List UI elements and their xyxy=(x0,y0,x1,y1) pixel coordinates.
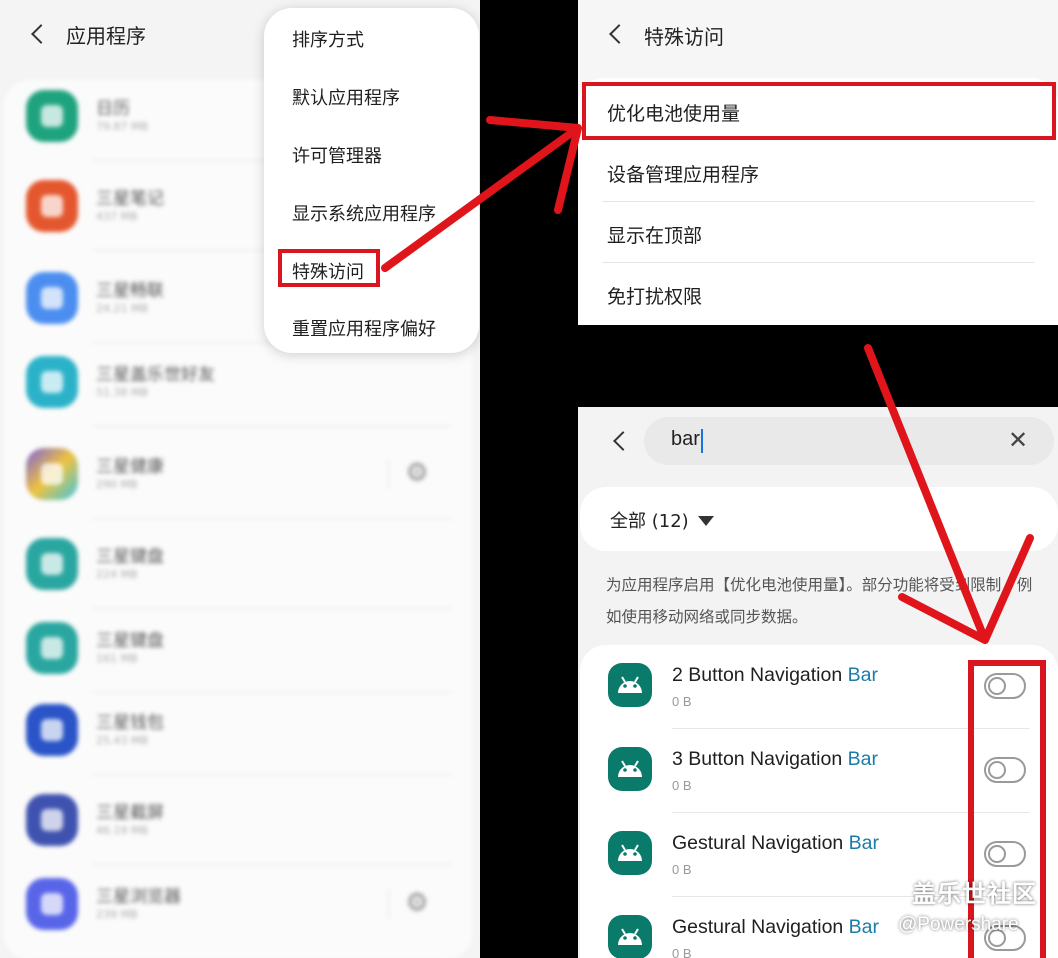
app-name: 三星钱包 xyxy=(96,713,164,733)
app-name: 三星键盘 xyxy=(96,547,164,567)
app-size: 46.19 MB xyxy=(96,824,149,837)
app-size: 290 MB xyxy=(96,478,138,491)
app-name: 3 Button Navigation Bar xyxy=(672,748,878,770)
filter-label: 全部 (12) xyxy=(610,511,689,532)
list-item[interactable]: 三星键盘 224 MB xyxy=(4,536,472,626)
app-name: Gestural Navigation Bar xyxy=(672,832,880,854)
close-icon[interactable]: ✕ xyxy=(1008,426,1028,454)
android-icon xyxy=(608,831,652,875)
list-item[interactable]: 三星健康 290 MB ⚙ xyxy=(4,446,472,536)
page-title: 应用程序 xyxy=(66,24,146,48)
app-size: 0 B xyxy=(672,862,692,877)
menu-item-default-apps[interactable]: 默认应用程序 xyxy=(292,84,400,110)
search-field[interactable]: bar ✕ xyxy=(644,417,1054,465)
app-icon xyxy=(26,356,78,408)
menu-item-permission-manager[interactable]: 许可管理器 xyxy=(292,142,382,168)
app-size: 224 MB xyxy=(96,568,138,581)
list-item[interactable]: 三星钱包 25.43 MB xyxy=(4,702,472,792)
divider xyxy=(92,864,452,865)
android-icon xyxy=(608,663,652,707)
app-icon xyxy=(26,794,78,846)
app-icon xyxy=(26,448,78,500)
app-name: 三星畅联 xyxy=(96,281,164,301)
app-name: Gestural Navigation Bar xyxy=(672,916,880,938)
description-text: 为应用程序启用【优化电池使用量】。部分功能将受到限制，例如使用移动网络或同步数据… xyxy=(606,576,1033,626)
app-size: 24.21 MB xyxy=(96,302,149,315)
item-appear-on-top[interactable]: 显示在顶部 xyxy=(607,221,702,248)
back-icon[interactable] xyxy=(31,24,51,44)
filter-dropdown[interactable]: 全部 (12) xyxy=(580,487,1058,551)
watermark-title: 盖乐世社区 xyxy=(912,880,1037,908)
divider xyxy=(388,890,389,918)
app-icon xyxy=(26,704,78,756)
list-item[interactable]: 三星盖乐世好友 51.38 MB xyxy=(4,354,472,444)
highlight-box xyxy=(582,82,1056,140)
gear-icon[interactable]: ⚙ xyxy=(402,458,432,488)
app-size: 0 B xyxy=(672,946,692,958)
watermark-handle: @Powershare xyxy=(898,914,1019,935)
text-cursor xyxy=(701,429,703,453)
app-name: 三星浏览器 xyxy=(96,887,181,907)
apps-screen: 应用程序 日历 79.87 MB 三星笔记 437 MB 三星畅联 24.21 … xyxy=(0,0,480,958)
back-icon[interactable] xyxy=(613,431,633,451)
app-name: 三星键盘 xyxy=(96,631,164,651)
app-name: 三星健康 xyxy=(96,457,164,477)
android-icon xyxy=(608,915,652,958)
app-icon xyxy=(26,180,78,232)
list-item[interactable]: 三星截屏 46.19 MB xyxy=(4,792,472,882)
divider xyxy=(602,262,1034,263)
item-device-admin-apps[interactable]: 设备管理应用程序 xyxy=(607,160,759,187)
back-icon[interactable] xyxy=(609,24,629,44)
dropdown-arrow-icon xyxy=(698,516,714,526)
app-size: 51.38 MB xyxy=(96,386,149,399)
app-size: 239 MB xyxy=(96,908,138,921)
app-name: 三星截屏 xyxy=(96,803,164,823)
app-icon xyxy=(26,90,78,142)
app-size: 25.43 MB xyxy=(96,734,149,747)
app-name: 日历 xyxy=(96,99,130,119)
overflow-menu: 排序方式 默认应用程序 许可管理器 显示系统应用程序 特殊访问 重置应用程序偏好 xyxy=(264,8,479,353)
gear-icon[interactable]: ⚙ xyxy=(402,888,432,918)
app-icon xyxy=(26,622,78,674)
divider xyxy=(602,201,1034,202)
highlight-box xyxy=(278,249,380,287)
divider xyxy=(92,774,452,775)
app-name: 三星笔记 xyxy=(96,189,164,209)
divider xyxy=(92,426,452,427)
menu-item-sort[interactable]: 排序方式 xyxy=(292,26,364,52)
divider xyxy=(92,518,452,519)
item-do-not-disturb[interactable]: 免打扰权限 xyxy=(607,282,702,309)
app-size: 437 MB xyxy=(96,210,138,223)
divider xyxy=(92,692,452,693)
divider xyxy=(388,460,389,488)
app-name: 2 Button Navigation Bar xyxy=(672,664,878,686)
app-icon xyxy=(26,272,78,324)
special-access-screen: 特殊访问 优化电池使用量 设备管理应用程序 显示在顶部 免打扰权限 xyxy=(578,0,1058,325)
list-item[interactable]: 三星浏览器 239 MB ⚙ xyxy=(4,876,472,958)
list-item[interactable]: 三星键盘 161 MB xyxy=(4,620,472,710)
app-size: 79.87 MB xyxy=(96,120,149,133)
menu-item-show-system-apps[interactable]: 显示系统应用程序 xyxy=(292,200,436,226)
app-icon xyxy=(26,538,78,590)
app-icon xyxy=(26,878,78,930)
app-size: 161 MB xyxy=(96,652,138,665)
android-icon xyxy=(608,747,652,791)
app-name: 三星盖乐世好友 xyxy=(96,365,215,385)
page-title: 特殊访问 xyxy=(644,25,724,49)
divider xyxy=(92,608,452,609)
app-size: 0 B xyxy=(672,694,692,709)
search-input[interactable]: bar xyxy=(671,428,700,451)
menu-item-reset-preferences[interactable]: 重置应用程序偏好 xyxy=(292,315,436,341)
app-size: 0 B xyxy=(672,778,692,793)
